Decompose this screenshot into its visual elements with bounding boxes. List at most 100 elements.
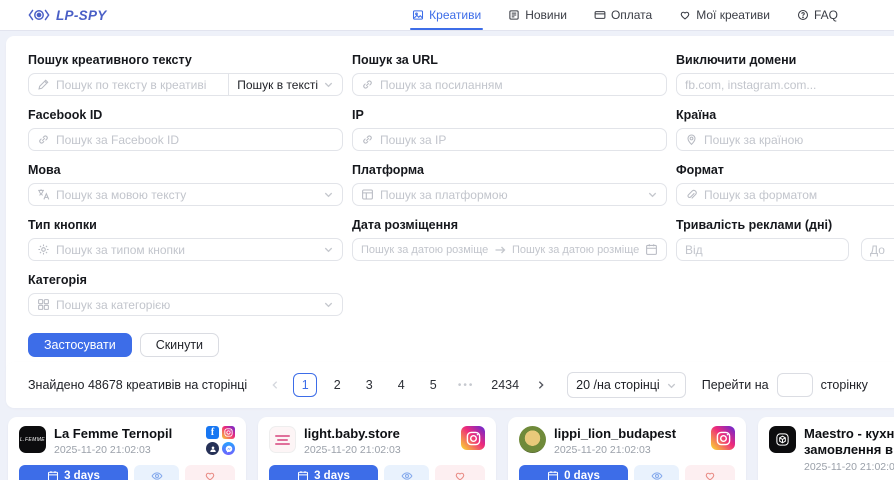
category-select-box[interactable]	[28, 293, 343, 316]
results-summary: Знайдено 48678 креативів на сторінці	[28, 378, 247, 392]
views-button[interactable]	[384, 465, 429, 480]
next-page-button[interactable]	[531, 373, 551, 397]
creative-card[interactable]: Maestro - кухні, мезамовлення в Ужго 202…	[758, 417, 894, 480]
chevron-down-icon	[323, 299, 334, 310]
creative-card[interactable]: lippi_lion_budapest 2025-11-20 21:02:03 …	[508, 417, 746, 480]
views-button[interactable]	[134, 465, 179, 480]
filter-language: Мова	[28, 163, 343, 206]
creatives-list: L.FEMME La Femme Ternopil 2025-11-20 21:…	[8, 417, 894, 480]
image-icon	[412, 9, 424, 21]
date-from-input[interactable]	[361, 244, 488, 256]
arrow-right-icon	[494, 244, 506, 256]
format-input[interactable]	[704, 188, 894, 202]
nav-tab-faq[interactable]: FAQ	[797, 0, 838, 30]
goto-page-input[interactable]	[777, 373, 813, 397]
favorite-button[interactable]	[685, 465, 735, 480]
button-type-select-box[interactable]	[28, 238, 343, 261]
prev-page-button[interactable]	[265, 373, 285, 397]
page-button-1[interactable]: 1	[293, 373, 317, 397]
favorite-button[interactable]	[435, 465, 485, 480]
country-input[interactable]	[704, 133, 894, 147]
filter-label: Країна	[676, 108, 894, 122]
creative-date: 2025-11-20 21:02:03	[304, 444, 453, 456]
duration-from-box	[676, 238, 849, 261]
nav-tab-label: Оплата	[611, 8, 652, 22]
platform-layout-icon	[361, 188, 374, 201]
language-select-box[interactable]	[28, 183, 343, 206]
date-to-input[interactable]	[512, 244, 639, 256]
category-input[interactable]	[56, 298, 317, 312]
chevron-down-icon	[323, 79, 334, 90]
main-nav: Креативи Новини Оплата Мої креативи FAQ	[412, 0, 838, 30]
pagination-ellipsis[interactable]: •••	[453, 380, 479, 391]
nav-tab-creatives[interactable]: Креативи	[412, 0, 481, 30]
results-bar: Знайдено 48678 креативів на сторінці 1 2…	[6, 362, 894, 408]
filter-label: Формат	[676, 163, 894, 177]
page-button-2[interactable]: 2	[325, 373, 349, 397]
chevron-down-icon	[666, 380, 677, 391]
creative-title: La Femme Ternopil	[54, 426, 198, 442]
eye-logo-icon	[28, 8, 50, 22]
nav-tab-payment[interactable]: Оплата	[594, 0, 652, 30]
days-label: 3 days	[314, 470, 350, 480]
days-active-button[interactable]: 3 days	[19, 465, 128, 480]
avatar	[519, 426, 546, 453]
text-search-mode-select[interactable]: Пошук в тексті	[228, 73, 343, 96]
language-input[interactable]	[56, 188, 317, 202]
page-button-4[interactable]: 4	[389, 373, 413, 397]
button-type-input[interactable]	[56, 243, 317, 257]
filter-label: Виключити домени	[676, 53, 894, 67]
mode-value: Пошук в тексті	[237, 78, 318, 92]
text-search-input-box	[28, 73, 229, 96]
facebook-icon: f	[206, 426, 219, 439]
creative-date: 2025-11-20 21:02:03	[804, 461, 894, 473]
eye-icon	[151, 470, 163, 480]
profile-icon	[206, 442, 219, 455]
creative-card[interactable]: L.FEMME La Femme Ternopil 2025-11-20 21:…	[8, 417, 246, 480]
facebook-id-input[interactable]	[56, 133, 334, 147]
nav-tab-label: Мої креативи	[696, 8, 770, 22]
filter-label: Платформа	[352, 163, 667, 177]
filter-label: Мова	[28, 163, 343, 177]
creative-date: 2025-11-20 21:02:03	[554, 444, 703, 456]
app-logo[interactable]: LP-SPY	[28, 8, 107, 23]
nav-tab-my-creatives[interactable]: Мої креативи	[679, 0, 770, 30]
text-search-input[interactable]	[56, 78, 220, 92]
exclude-domains-input[interactable]	[685, 78, 894, 92]
filter-label: Категорія	[28, 273, 343, 287]
platform-select-box[interactable]	[352, 183, 667, 206]
nav-tab-news[interactable]: Новини	[508, 0, 567, 30]
duration-from-input[interactable]	[685, 243, 840, 257]
gear-icon	[37, 243, 50, 256]
ip-input[interactable]	[380, 133, 658, 147]
filter-label: Тривалість реклами (дні)	[676, 218, 894, 232]
page-size-select[interactable]: 20 /на сторінці	[567, 372, 686, 398]
favorite-button[interactable]	[185, 465, 235, 480]
facebook-id-input-box	[28, 128, 343, 151]
last-page-button[interactable]: 2434	[487, 373, 523, 397]
eye-icon	[651, 470, 663, 480]
url-input[interactable]	[380, 78, 658, 92]
days-active-button[interactable]: 0 days	[519, 465, 628, 480]
platform-input[interactable]	[380, 188, 641, 202]
messenger-icon	[222, 442, 235, 455]
creative-card[interactable]: light.baby.store 2025-11-20 21:02:03 3 d…	[258, 417, 496, 480]
filter-label: Дата розміщення	[352, 218, 667, 232]
apply-button[interactable]: Застосувати	[28, 333, 132, 357]
duration-to-input[interactable]	[870, 243, 894, 257]
creative-title: lippi_lion_budapest	[554, 426, 703, 442]
filter-country: Країна	[676, 108, 894, 151]
news-icon	[508, 9, 520, 21]
page-button-3[interactable]: 3	[357, 373, 381, 397]
chevron-down-icon	[323, 189, 334, 200]
filter-placement-date: Дата розміщення	[352, 218, 667, 261]
instagram-icon	[711, 426, 735, 450]
days-active-button[interactable]: 3 days	[269, 465, 378, 480]
page-button-5[interactable]: 5	[421, 373, 445, 397]
reset-button[interactable]: Скинути	[140, 333, 219, 357]
views-button[interactable]	[634, 465, 679, 480]
location-pin-icon	[685, 133, 698, 146]
page-size-value: 20 /на сторінці	[576, 378, 660, 392]
filter-duration: Тривалість реклами (дні)	[676, 218, 894, 261]
date-range-picker[interactable]	[352, 238, 667, 261]
